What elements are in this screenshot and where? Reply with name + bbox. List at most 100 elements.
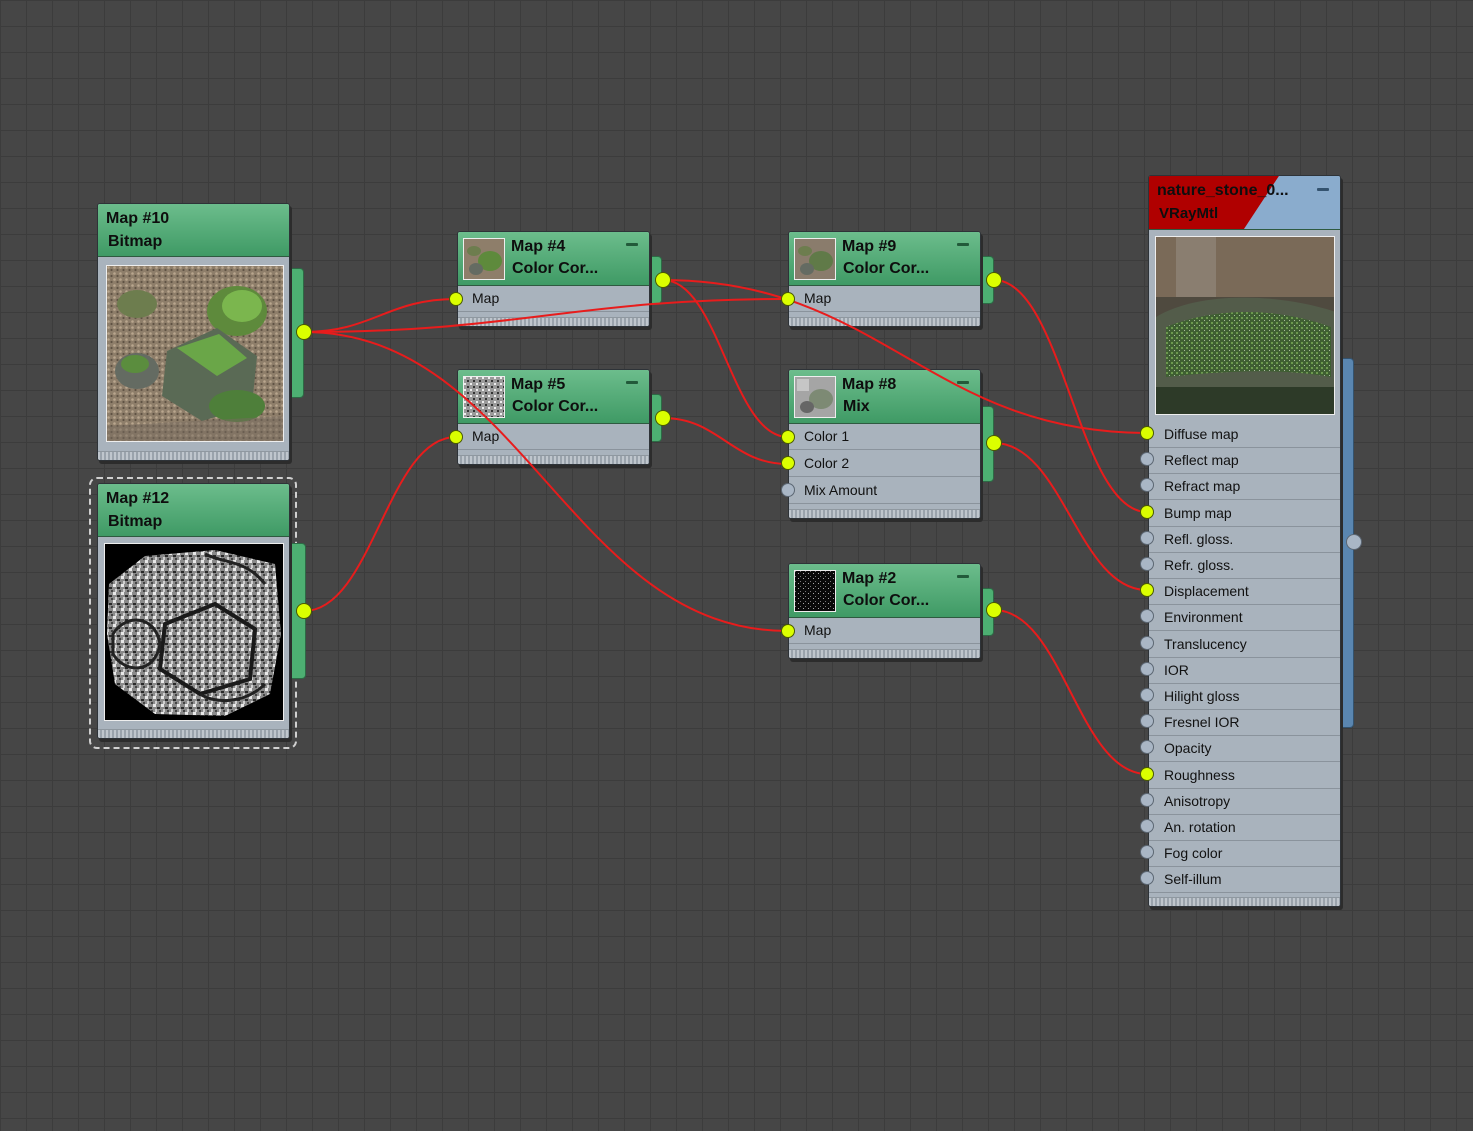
input-port[interactable]: [1140, 426, 1154, 440]
slot-label: Reflect map: [1164, 452, 1239, 469]
node-type: Bitmap: [108, 513, 163, 530]
mix-thumbnail: [794, 376, 836, 418]
node-type: Color Cor...: [843, 260, 930, 277]
material-slot[interactable]: Environment: [1149, 604, 1340, 632]
input-port[interactable]: [1140, 557, 1154, 571]
output-port[interactable]: [296, 324, 312, 340]
node-header[interactable]: Map #2 Color Cor...: [789, 564, 980, 618]
slot-label: An. rotation: [1164, 819, 1236, 835]
stone-bump-thumbnail: [104, 543, 284, 721]
material-slot[interactable]: Self-illum: [1149, 866, 1340, 894]
output-port[interactable]: [986, 272, 1002, 288]
material-slot[interactable]: Anisotropy: [1149, 788, 1340, 815]
input-port[interactable]: [1140, 688, 1154, 702]
input-port[interactable]: [1140, 504, 1154, 519]
material-slot[interactable]: Refl. gloss.: [1149, 526, 1340, 553]
collapse-button[interactable]: [957, 381, 969, 384]
wire: [993, 442, 1148, 591]
input-port[interactable]: [781, 430, 795, 444]
material-slot[interactable]: IOR: [1149, 657, 1340, 684]
input-port[interactable]: [781, 624, 795, 638]
slot-label: Map: [804, 622, 832, 638]
node-map-4[interactable]: Map #4 Color Cor... Map: [457, 231, 650, 327]
slot-label: Anisotropy: [1164, 792, 1231, 809]
node-header[interactable]: Map #12 Bitmap: [98, 484, 289, 537]
input-slot[interactable]: Map: [458, 423, 649, 450]
material-slot[interactable]: Hilight gloss: [1149, 683, 1340, 710]
node-header[interactable]: Map #5 Color Cor...: [458, 370, 649, 424]
material-slot[interactable]: Refract map: [1149, 473, 1340, 501]
slot-label: Map: [804, 290, 832, 306]
material-slot[interactable]: Translucency: [1149, 631, 1340, 658]
material-slot[interactable]: Fresnel IOR: [1149, 709, 1340, 737]
input-port[interactable]: [1140, 661, 1154, 676]
node-header[interactable]: Map #4 Color Cor...: [458, 232, 649, 286]
collapse-button[interactable]: [626, 381, 638, 384]
output-port[interactable]: [655, 410, 671, 426]
collapse-button[interactable]: [626, 243, 638, 246]
material-slot[interactable]: Reflect map: [1149, 447, 1340, 475]
collapse-button[interactable]: [957, 575, 969, 578]
node-material-vraymtl[interactable]: nature_stone_0... VRayMtl Diffuse map Re…: [1148, 175, 1341, 907]
material-slot[interactable]: Diffuse map: [1149, 421, 1340, 448]
collapse-button[interactable]: [1317, 188, 1329, 191]
material-output-port[interactable]: [1346, 534, 1362, 550]
node-map-8[interactable]: Map #8 Mix Color 1 Color 2 Mix Amount: [788, 369, 981, 519]
wire: [662, 417, 789, 465]
material-slot[interactable]: An. rotation: [1149, 814, 1340, 841]
material-slot[interactable]: Bump map: [1149, 500, 1340, 527]
input-port[interactable]: [1140, 635, 1154, 650]
input-port[interactable]: [781, 292, 795, 306]
node-map-2[interactable]: Map #2 Color Cor... Map: [788, 563, 981, 659]
slot-label: Color 1: [804, 428, 850, 444]
input-slot[interactable]: Map: [789, 617, 980, 644]
input-port[interactable]: [449, 292, 463, 306]
node-title: Map #5: [511, 376, 566, 393]
slot-label: IOR: [1164, 661, 1189, 678]
material-slot[interactable]: Opacity: [1149, 735, 1340, 763]
node-header[interactable]: nature_stone_0... VRayMtl: [1149, 176, 1340, 230]
material-slot[interactable]: Refr. gloss.: [1149, 552, 1340, 579]
node-header[interactable]: Map #8 Mix: [789, 370, 980, 424]
output-port[interactable]: [296, 603, 312, 619]
node-map-5[interactable]: Map #5 Color Cor... Map: [457, 369, 650, 465]
input-slot[interactable]: Map: [458, 285, 649, 312]
material-slot[interactable]: Displacement: [1149, 578, 1340, 606]
node-title: Map #8: [842, 376, 897, 393]
color-correct-thumbnail: [794, 238, 836, 280]
node-map-10[interactable]: Map #10 Bitmap: [97, 203, 290, 461]
collapse-button[interactable]: [957, 243, 969, 246]
input-slot[interactable]: Color 2: [789, 450, 980, 477]
input-port[interactable]: [1140, 792, 1154, 807]
input-port[interactable]: [449, 430, 463, 444]
node-type: Bitmap: [108, 233, 163, 250]
node-header[interactable]: Map #9 Color Cor...: [789, 232, 980, 286]
input-port[interactable]: [1140, 766, 1154, 781]
node-title: nature_stone_0...: [1157, 182, 1289, 199]
input-port[interactable]: [1140, 530, 1154, 545]
slot-label: Map: [472, 290, 500, 306]
node-title: Map #4: [511, 238, 566, 255]
node-header[interactable]: Map #10 Bitmap: [98, 204, 289, 257]
material-slot[interactable]: Roughness: [1149, 762, 1340, 789]
input-port[interactable]: [781, 456, 795, 470]
node-title: Map #10: [106, 210, 170, 227]
input-slot[interactable]: Color 1: [789, 423, 980, 450]
output-port[interactable]: [986, 435, 1002, 451]
material-slot[interactable]: Fog color: [1149, 840, 1340, 868]
wire: [303, 436, 457, 612]
wire: [993, 609, 1148, 775]
slot-label: Self-illum: [1164, 871, 1222, 888]
node-map-9[interactable]: Map #9 Color Cor... Map: [788, 231, 981, 327]
input-port[interactable]: [1140, 819, 1154, 833]
color-correct-thumbnail: [794, 570, 836, 612]
output-port[interactable]: [655, 272, 671, 288]
slot-label: Environment: [1164, 609, 1243, 626]
output-port[interactable]: [986, 602, 1002, 618]
node-type: Color Cor...: [512, 260, 599, 277]
node-map-12[interactable]: Map #12 Bitmap: [97, 483, 290, 739]
slot-label: Translucency: [1164, 635, 1247, 652]
input-slot[interactable]: Mix Amount: [789, 477, 980, 504]
input-port[interactable]: [781, 483, 795, 497]
input-slot[interactable]: Map: [789, 285, 980, 312]
